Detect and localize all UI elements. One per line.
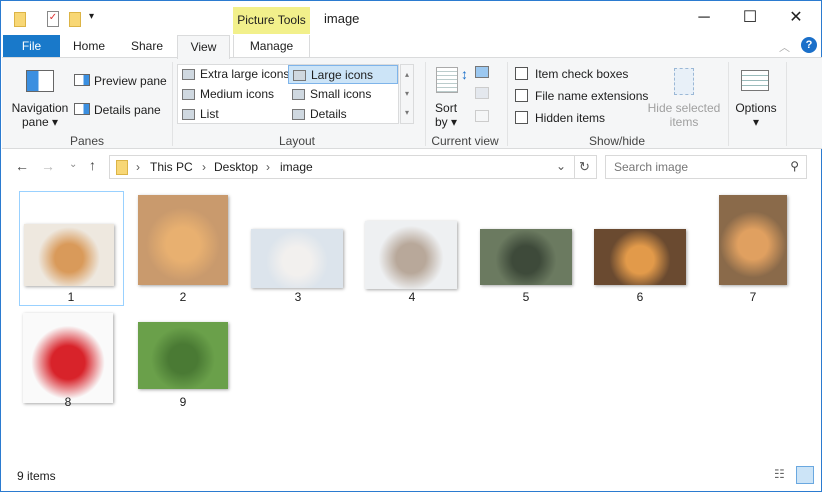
sort-by-button[interactable]: Sort by ▾ [435, 101, 457, 129]
options-icon [741, 70, 769, 91]
file-name[interactable]: 5 [496, 290, 556, 304]
file-thumbnail[interactable] [365, 221, 457, 289]
folder-icon [116, 160, 128, 175]
new-folder-icon[interactable] [69, 12, 81, 27]
layout-details[interactable]: Details [288, 105, 347, 124]
hide-selected-icon [674, 68, 694, 95]
add-columns-icon [475, 87, 489, 99]
folder-icon[interactable] [14, 12, 26, 27]
file-thumbnail[interactable] [138, 322, 228, 389]
file-thumbnail[interactable] [594, 229, 686, 285]
context-tab-header: Picture Tools [233, 7, 310, 34]
back-button[interactable]: ← [15, 158, 29, 174]
layout-small-icons[interactable]: Small icons [288, 85, 371, 104]
file-name-extensions-label: File name extensions [535, 89, 649, 103]
tab-home[interactable]: Home [63, 35, 115, 58]
search-input[interactable]: Search image ⚲ [605, 155, 807, 179]
item-count: 9 items [17, 469, 56, 483]
size-columns-icon [475, 110, 489, 122]
recent-locations-button[interactable]: ⌄ [69, 159, 77, 170]
file-name[interactable]: 1 [41, 290, 101, 304]
panes-group-label: Panes [69, 134, 105, 148]
forward-button[interactable]: → [41, 158, 55, 174]
layout-group-label: Layout [278, 134, 316, 148]
address-bar[interactable]: › This PC › Desktop › image ⌄ ↻ [109, 155, 597, 179]
collapse-ribbon-icon[interactable]: ︿ [779, 39, 790, 55]
maximize-button[interactable]: ☐ [727, 7, 773, 29]
tab-view[interactable]: View [177, 35, 230, 59]
minimize-button[interactable]: ─ [681, 7, 727, 29]
item-check-boxes-label: Item check boxes [535, 67, 629, 81]
tab-manage[interactable]: Manage [233, 35, 310, 58]
details-pane-button[interactable]: Details pane [94, 103, 161, 117]
file-name-extensions-checkbox[interactable] [515, 89, 528, 102]
large-icons-view-button[interactable] [796, 466, 814, 484]
details-pane-icon [74, 103, 90, 115]
hidden-items-label: Hidden items [535, 111, 606, 125]
layout-list[interactable]: List [178, 105, 219, 124]
navigation-pane-label: Navigation [11, 101, 69, 115]
show-hide-group-label: Show/hide [588, 134, 646, 148]
sort-icon [436, 67, 458, 93]
details-view-button[interactable]: ☷ [774, 467, 790, 483]
file-name[interactable]: 2 [153, 290, 213, 304]
preview-pane-icon [74, 74, 90, 86]
sort-arrow-icon: ↕ [461, 66, 468, 82]
up-button[interactable]: ↑ [89, 157, 96, 173]
breadcrumb-image[interactable]: image [280, 160, 313, 174]
current-view-group-label: Current view [431, 134, 499, 148]
group-by-icon[interactable] [475, 66, 489, 78]
file-thumbnail[interactable] [23, 313, 113, 403]
file-name[interactable]: 8 [38, 395, 98, 409]
file-name[interactable]: 7 [723, 290, 783, 304]
tab-share[interactable]: Share [121, 35, 173, 58]
file-name[interactable]: 3 [268, 290, 328, 304]
layout-medium-icons[interactable]: Medium icons [178, 85, 274, 104]
tab-file[interactable]: File [3, 35, 60, 58]
layout-scroll[interactable]: ▴ ▾ ▾ [400, 64, 414, 124]
file-thumbnail[interactable] [480, 229, 572, 285]
help-icon[interactable]: ? [801, 37, 817, 53]
hidden-items-checkbox[interactable] [515, 111, 528, 124]
customize-qat-icon[interactable]: ▾ [89, 11, 94, 22]
explorer-window: ✓ ▾ Picture Tools image ─ ☐ ✕ File Home … [0, 0, 822, 492]
navigation-pane-label2: pane [21, 115, 49, 129]
preview-pane-button[interactable]: Preview pane [94, 74, 167, 88]
breadcrumb-desktop[interactable]: Desktop [214, 160, 258, 174]
ribbon: Navigation pane ▾ Preview pane Details pa… [2, 57, 822, 149]
file-name[interactable]: 4 [382, 290, 442, 304]
item-check-boxes-checkbox[interactable] [515, 67, 528, 80]
search-icon: ⚲ [790, 159, 799, 173]
window-title: image [324, 11, 360, 26]
address-dropdown[interactable]: ⌄ [556, 159, 566, 173]
file-thumbnail[interactable] [251, 229, 343, 288]
options-button[interactable]: Options ▾ [733, 101, 779, 129]
navigation-pane-icon [26, 70, 54, 92]
layout-large-icons[interactable]: Large icons [288, 65, 398, 84]
properties-icon[interactable]: ✓ [47, 11, 59, 27]
file-thumbnail[interactable] [24, 224, 114, 286]
breadcrumb-this-pc[interactable]: This PC [150, 160, 193, 174]
file-name[interactable]: 6 [610, 290, 670, 304]
file-thumbnail[interactable] [138, 195, 228, 285]
hide-selected-button: Hide selected items [647, 101, 721, 129]
close-button[interactable]: ✕ [773, 7, 819, 29]
refresh-button[interactable]: ↻ [579, 159, 590, 175]
layout-extra-large-icons[interactable]: Extra large icons [178, 65, 289, 84]
navigation-pane-button[interactable]: Navigation pane ▾ [10, 101, 70, 129]
file-name[interactable]: 9 [153, 395, 213, 409]
file-thumbnail[interactable] [719, 195, 787, 285]
